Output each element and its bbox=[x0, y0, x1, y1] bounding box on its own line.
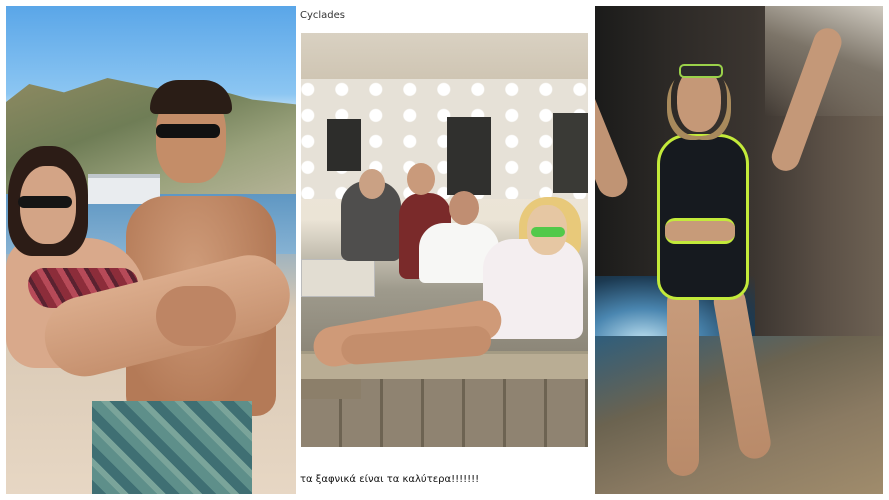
woman-sunglasses bbox=[18, 196, 72, 208]
person-head bbox=[449, 191, 479, 225]
man-shorts bbox=[92, 401, 252, 494]
person-head bbox=[359, 169, 385, 199]
swimsuit-cutout bbox=[665, 218, 735, 244]
man-arm bbox=[156, 286, 236, 346]
photo-cave-swimsuit bbox=[595, 6, 883, 494]
post-caption: Cyclades bbox=[300, 10, 346, 21]
goggles-on-head bbox=[679, 64, 723, 78]
window bbox=[327, 119, 361, 171]
window bbox=[553, 113, 588, 193]
man-hair bbox=[150, 80, 232, 114]
photo-cyclades-post: Cyclades τα ξαφνικά είναι τα καλύτερα!!!… bbox=[297, 6, 591, 494]
swimsuit bbox=[657, 134, 749, 300]
doorway bbox=[447, 117, 491, 195]
man-sunglasses bbox=[156, 124, 220, 138]
group-photo bbox=[301, 33, 588, 447]
cafe-table bbox=[301, 259, 375, 297]
green-sunglasses bbox=[531, 227, 565, 237]
post-text: τα ξαφνικά είναι τα καλύτερα!!!!!!! bbox=[300, 474, 480, 485]
leg-left bbox=[667, 286, 699, 476]
photo-beach-couple bbox=[6, 6, 296, 494]
raised-arm-left bbox=[595, 69, 632, 202]
canvas-awning bbox=[301, 33, 588, 79]
person-head bbox=[407, 163, 435, 195]
stone-wall bbox=[301, 379, 588, 447]
